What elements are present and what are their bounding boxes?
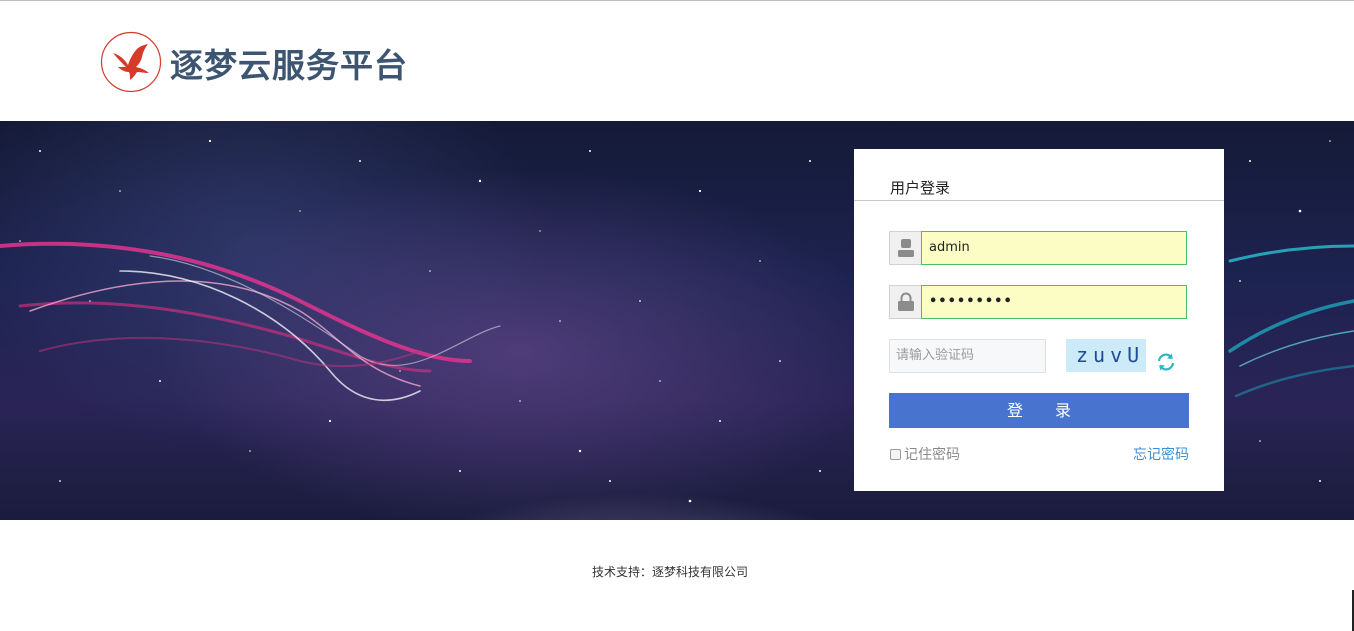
lock-icon — [889, 285, 921, 319]
login-button[interactable]: 登 录 — [889, 393, 1189, 428]
red-bird-logo-icon — [100, 31, 162, 93]
password-input[interactable]: ••••••••• — [921, 285, 1187, 319]
remember-label: 记住密码 — [904, 447, 960, 463]
password-field: ••••••••• — [889, 285, 1187, 319]
remember-checkbox[interactable] — [890, 448, 901, 460]
brand-name: 逐梦云服务平台 — [170, 46, 408, 85]
login-button-label: 登 录 — [1006, 401, 1071, 420]
username-input[interactable]: admin — [921, 231, 1187, 265]
forgot-password-link[interactable]: 忘记密码 — [1133, 444, 1189, 464]
title-divider — [854, 200, 1224, 201]
login-panel: 用户登录 admin ••••••••• 请输入验证码 zuvU 登 录 记住密… — [854, 149, 1224, 491]
login-title: 用户登录 — [890, 179, 951, 197]
user-icon — [889, 231, 921, 265]
captcha-input[interactable]: 请输入验证码 — [889, 339, 1046, 373]
captcha-image[interactable]: zuvU — [1066, 339, 1146, 372]
username-field: admin — [889, 231, 1187, 265]
refresh-icon[interactable] — [1155, 351, 1177, 373]
header: 逐梦云服务平台 — [0, 1, 1354, 121]
remember-password[interactable]: 记住密码 — [890, 444, 960, 464]
footer-text: 技术支持：逐梦科技有限公司 — [591, 565, 748, 579]
